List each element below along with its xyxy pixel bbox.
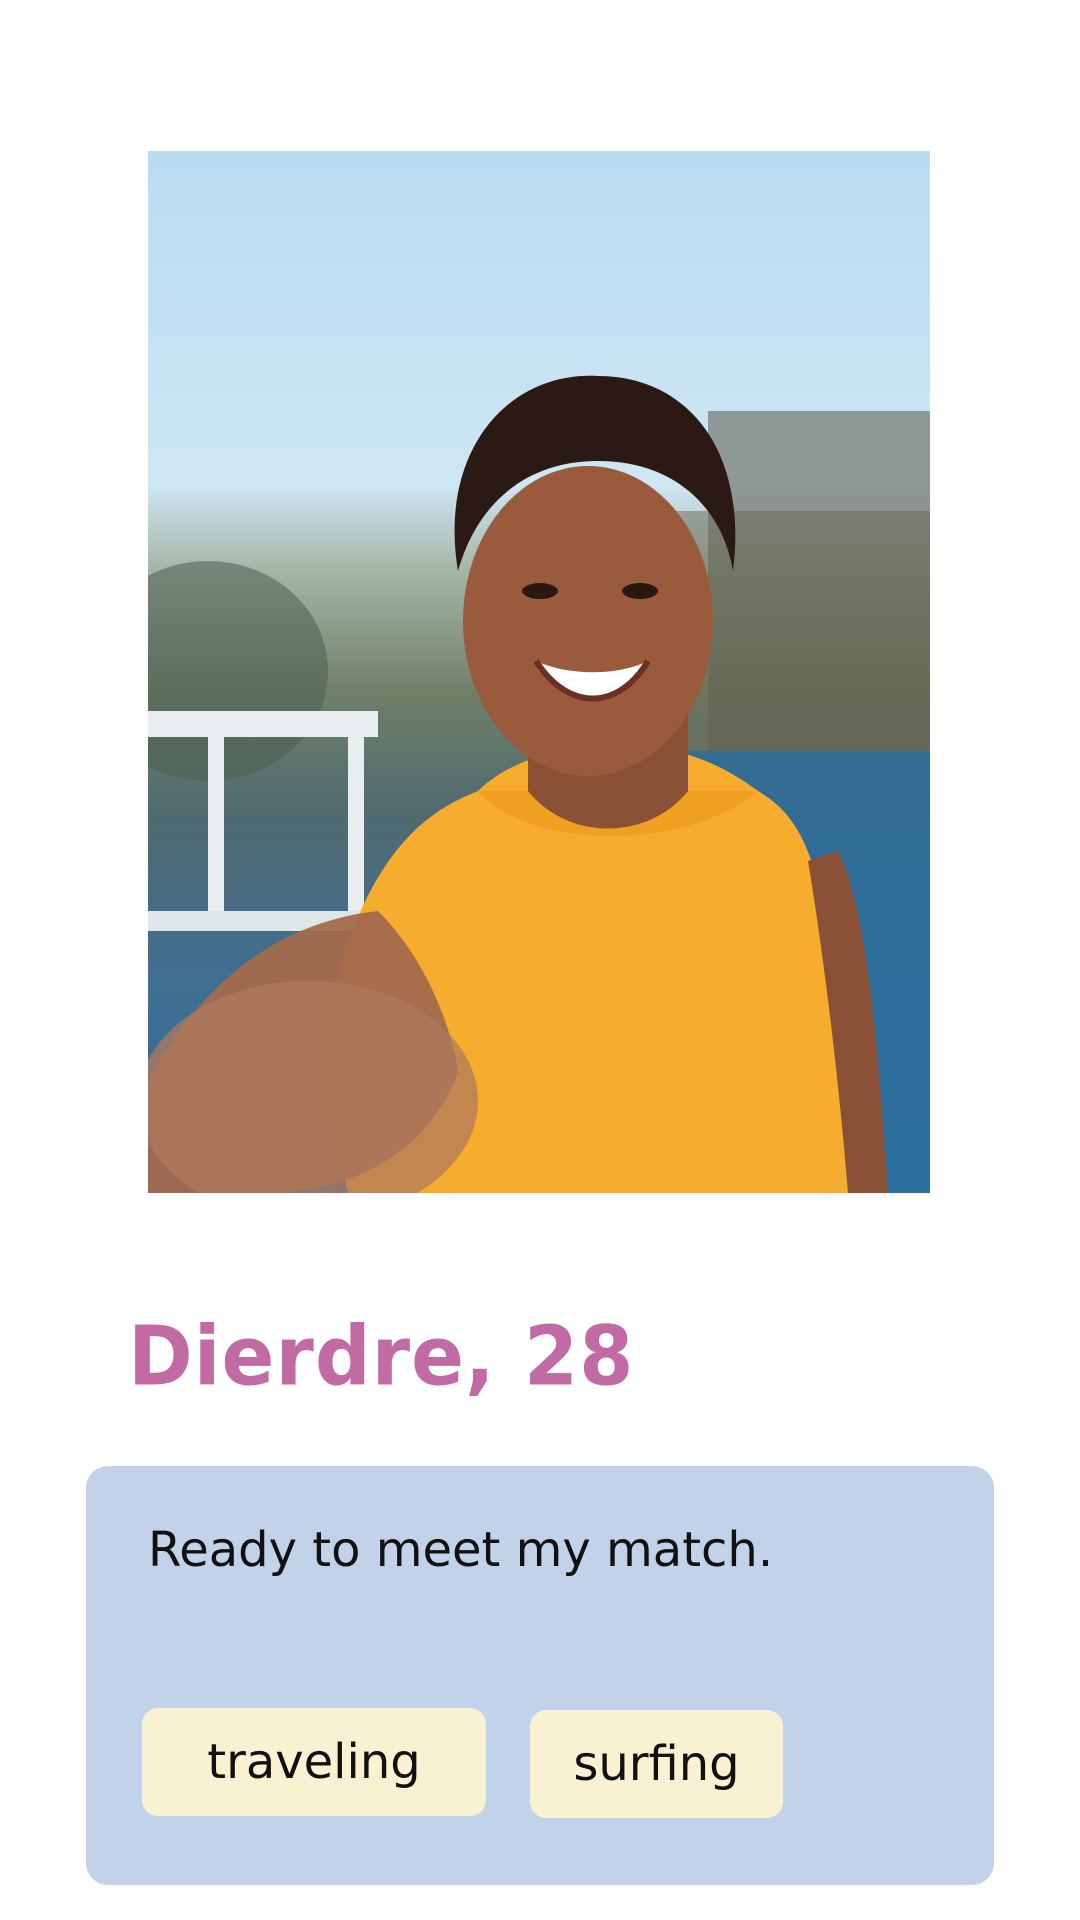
profile-bio: Ready to meet my match. <box>148 1522 774 1578</box>
profile-photo-illustration <box>148 375 930 1193</box>
interest-tag[interactable]: surfing <box>530 1710 783 1818</box>
profile-photo[interactable] <box>148 151 930 1193</box>
interest-tags: traveling surfing <box>142 1708 783 1818</box>
interest-tag[interactable]: traveling <box>142 1708 486 1816</box>
profile-screen: Dierdre, 28 Ready to meet my match. trav… <box>0 0 1080 1920</box>
profile-name-age: Dierdre, 28 <box>128 1309 635 1405</box>
profile-details-card: Ready to meet my match. traveling surfin… <box>86 1466 994 1885</box>
